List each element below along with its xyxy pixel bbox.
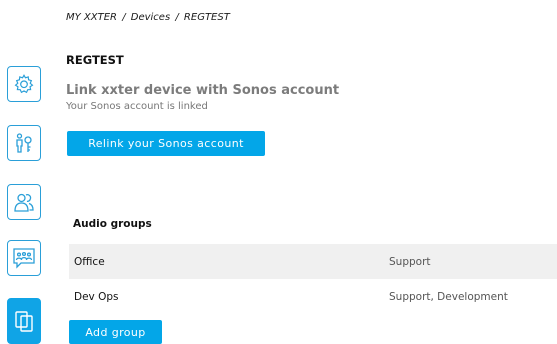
- group-roles: Support, Development: [389, 291, 508, 303]
- sidebar-item-settings[interactable]: [7, 66, 41, 102]
- breadcrumb-item-devices[interactable]: Devices: [131, 12, 170, 23]
- settings-icon: [14, 74, 34, 94]
- group-roles: Support: [389, 256, 431, 268]
- group-name: Dev Ops: [74, 291, 119, 303]
- audio-groups-title: Audio groups: [73, 218, 152, 230]
- add-group-button[interactable]: Add group: [69, 320, 162, 344]
- sidebar-item-group-card[interactable]: [7, 240, 41, 276]
- sonos-link-status: Your Sonos account is linked: [66, 101, 208, 112]
- sonos-link-heading: Link xxter device with Sonos account: [66, 83, 340, 98]
- group-card-icon: [13, 248, 35, 269]
- sidebar-item-devices[interactable]: [7, 298, 41, 344]
- breadcrumb-item-current: REGTEST: [183, 12, 230, 23]
- breadcrumb: MY XXTER / Devices / REGTEST: [66, 12, 230, 23]
- breadcrumb-separator: /: [122, 12, 126, 23]
- sidebar-item-users-keys[interactable]: [7, 125, 41, 161]
- table-row[interactable]: Dev Ops Support, Development: [69, 279, 557, 314]
- breadcrumb-item-my-xxter[interactable]: MY XXTER: [66, 12, 117, 23]
- people-icon: [14, 193, 34, 212]
- breadcrumb-separator: /: [175, 12, 179, 23]
- page-title: REGTEST: [66, 53, 124, 67]
- table-row[interactable]: Office Support: [69, 244, 557, 279]
- sidebar-item-people[interactable]: [7, 184, 41, 220]
- users-keys-icon: [16, 133, 32, 153]
- devices-icon: [15, 311, 33, 332]
- relink-sonos-button[interactable]: Relink your Sonos account: [67, 131, 265, 156]
- group-name: Office: [74, 256, 105, 268]
